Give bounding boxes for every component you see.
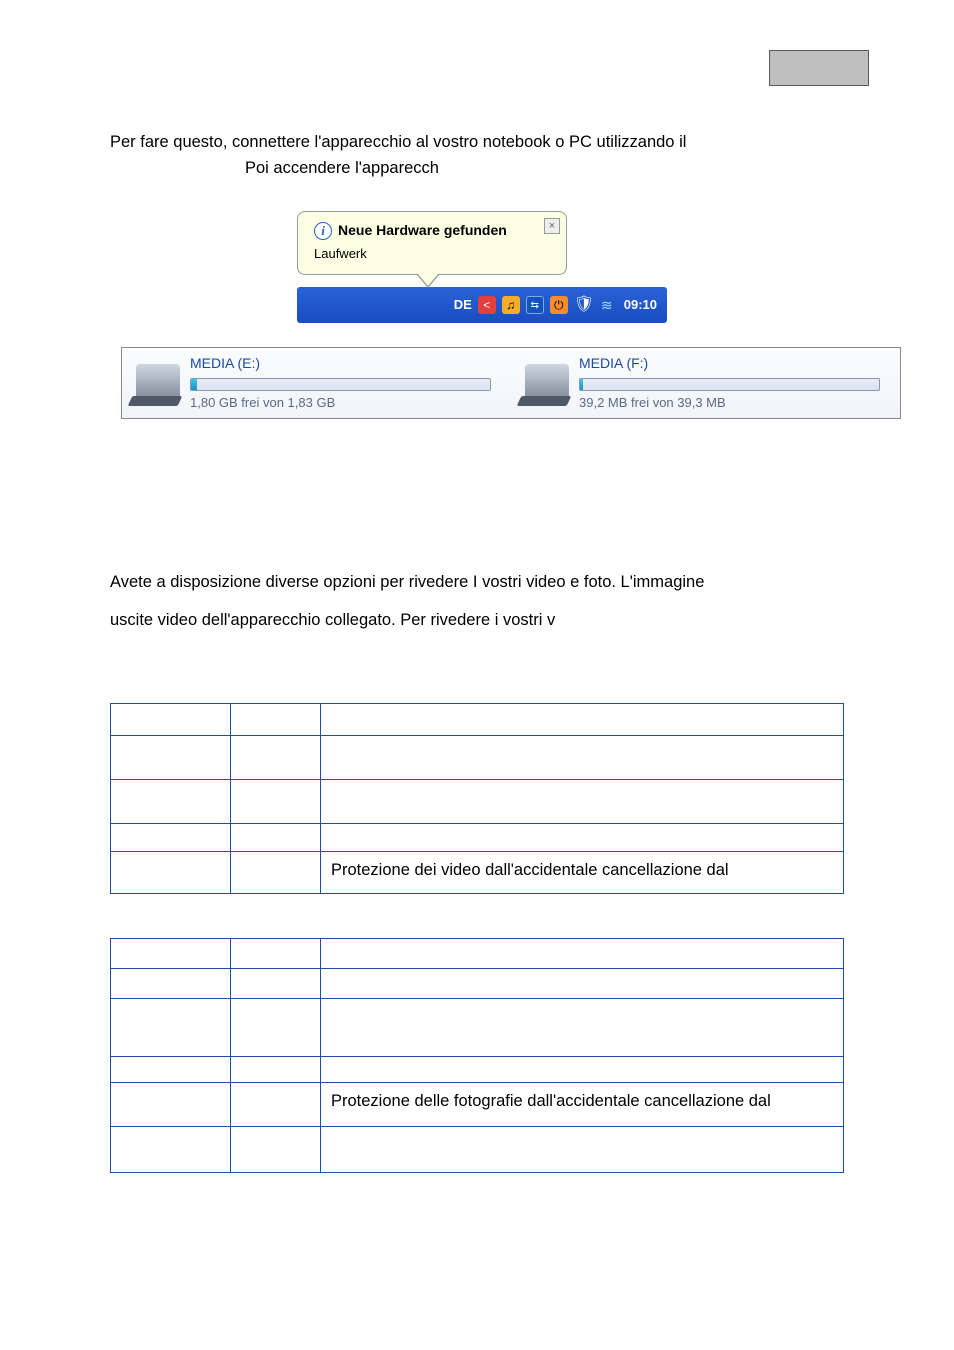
cell xyxy=(111,1083,231,1127)
table-row xyxy=(111,704,844,736)
drive-usage-bar xyxy=(579,378,880,391)
cell xyxy=(321,999,844,1057)
balloon-tip xyxy=(418,274,438,286)
drive-free-text: 1,80 GB frei von 1,83 GB xyxy=(190,393,497,413)
cell xyxy=(321,939,844,969)
close-icon[interactable]: × xyxy=(544,218,560,234)
table-row xyxy=(111,736,844,780)
intro-line1: Per fare questo, connettere l'apparecchi… xyxy=(110,130,844,156)
drive-icon xyxy=(136,364,180,402)
video-mode-table: Protezione dei video dall'accidentale ca… xyxy=(110,703,844,894)
cell xyxy=(111,824,231,852)
table-row xyxy=(111,824,844,852)
cell xyxy=(231,852,321,894)
cell xyxy=(111,939,231,969)
page-content: Per fare questo, connettere l'apparecchi… xyxy=(0,0,954,1173)
cell xyxy=(231,736,321,780)
tray-icon-shield[interactable]: 🛡 xyxy=(574,296,592,314)
balloon-title: i Neue Hardware gefunden xyxy=(314,220,550,242)
cell xyxy=(321,969,844,999)
cell xyxy=(111,780,231,824)
taskbar-clock[interactable]: 09:10 xyxy=(624,295,657,315)
tables: Protezione dei video dall'accidentale ca… xyxy=(110,703,844,1173)
drive-info: MEDIA (E:) 1,80 GB frei von 1,83 GB xyxy=(190,353,497,413)
cell xyxy=(321,824,844,852)
table-row: Protezione dei video dall'accidentale ca… xyxy=(111,852,844,894)
drive-f[interactable]: MEDIA (F:) 39,2 MB frei von 39,3 MB xyxy=(511,348,900,418)
cell xyxy=(321,736,844,780)
tray-icon-red[interactable]: < xyxy=(478,296,496,314)
tray-icon-power[interactable]: ⏻ xyxy=(550,296,568,314)
cell xyxy=(321,1057,844,1083)
drive-e[interactable]: MEDIA (E:) 1,80 GB frei von 1,83 GB xyxy=(122,348,511,418)
cell xyxy=(231,969,321,999)
cell xyxy=(111,704,231,736)
drive-usage-fill xyxy=(191,379,197,390)
playback-paragraph: Avete a disposizione diverse opzioni per… xyxy=(110,570,844,633)
drive-name: MEDIA (F:) xyxy=(579,353,886,375)
cell xyxy=(111,969,231,999)
playback-line2: uscite video dell'apparecchio collegato.… xyxy=(110,608,844,634)
intro-paragraph: Per fare questo, connettere l'apparecchi… xyxy=(110,130,844,181)
tray-icon-volume[interactable]: ♫ xyxy=(502,296,520,314)
tray-icon-network[interactable]: ≋ xyxy=(598,296,616,314)
cell xyxy=(231,704,321,736)
cell xyxy=(321,1127,844,1173)
table-row xyxy=(111,969,844,999)
cell xyxy=(231,939,321,969)
playback-line1: Avete a disposizione diverse opzioni per… xyxy=(110,570,844,596)
explorer-drives: MEDIA (E:) 1,80 GB frei von 1,83 GB MEDI… xyxy=(121,347,901,419)
drive-name: MEDIA (E:) xyxy=(190,353,497,375)
balloon-title-text: Neue Hardware gefunden xyxy=(338,220,507,242)
hardware-found-balloon: × i Neue Hardware gefunden Laufwerk xyxy=(297,211,567,275)
table-row xyxy=(111,780,844,824)
windows-notification-area: × i Neue Hardware gefunden Laufwerk DE <… xyxy=(197,211,757,419)
drive-free-text: 39,2 MB frei von 39,3 MB xyxy=(579,393,886,413)
cell: Protezione dei video dall'accidentale ca… xyxy=(321,852,844,894)
drive-usage-fill xyxy=(580,379,583,390)
cell xyxy=(231,1083,321,1127)
cell xyxy=(111,999,231,1057)
table-row xyxy=(111,1127,844,1173)
windows-taskbar: DE < ♫ ⇆ ⏻ 🛡 ≋ 09:10 xyxy=(297,287,667,323)
cell xyxy=(231,1057,321,1083)
cell xyxy=(231,780,321,824)
photo-mode-table: Protezione delle fotografie dall'acciden… xyxy=(110,938,844,1173)
table-row xyxy=(111,999,844,1057)
tray-icon-safe-remove[interactable]: ⇆ xyxy=(526,296,544,314)
cell xyxy=(111,736,231,780)
table-row: Protezione delle fotografie dall'acciden… xyxy=(111,1083,844,1127)
table-row xyxy=(111,939,844,969)
cell xyxy=(111,852,231,894)
cell xyxy=(111,1127,231,1173)
cell xyxy=(111,1057,231,1083)
drive-icon xyxy=(525,364,569,402)
info-icon: i xyxy=(314,222,332,240)
table-row xyxy=(111,1057,844,1083)
page-number-box xyxy=(769,50,869,86)
cell: Protezione delle fotografie dall'acciden… xyxy=(321,1083,844,1127)
cell xyxy=(231,1127,321,1173)
language-indicator[interactable]: DE xyxy=(454,295,472,315)
cell xyxy=(321,780,844,824)
cell xyxy=(231,824,321,852)
cell xyxy=(321,704,844,736)
cell xyxy=(231,999,321,1057)
drive-info: MEDIA (F:) 39,2 MB frei von 39,3 MB xyxy=(579,353,886,413)
balloon-subtitle: Laufwerk xyxy=(314,244,550,264)
intro-line2: Poi accendere l'apparecch xyxy=(110,156,844,182)
drive-usage-bar xyxy=(190,378,491,391)
